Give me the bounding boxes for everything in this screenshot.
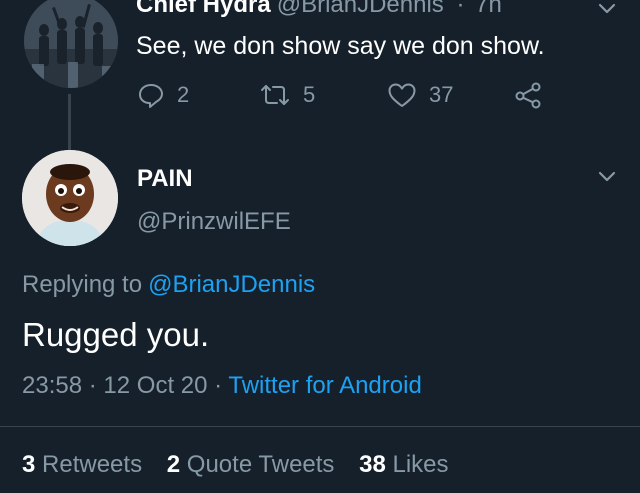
parent-avatar[interactable] bbox=[24, 0, 118, 88]
tweet-timestamp: 23:58 · 12 Oct 20 · Twitter for Android bbox=[22, 371, 422, 401]
retweets-stat-count: 3 bbox=[22, 451, 36, 478]
likes-stat-label: Likes bbox=[392, 451, 449, 478]
share-icon bbox=[515, 82, 541, 109]
tweet-detail-view: Chief Hydra @BrianJDennis · 7h See, we do… bbox=[0, 0, 640, 493]
tweet-date: 12 Oct 20 bbox=[103, 372, 208, 399]
like-action[interactable]: 37 bbox=[387, 80, 453, 110]
chevron-down-icon[interactable] bbox=[596, 0, 618, 20]
main-tweet-text: Rugged you. bbox=[22, 316, 210, 353]
quote-tweets-stat-label: Quote Tweets bbox=[186, 451, 335, 478]
parent-display-name[interactable]: Chief Hydra bbox=[136, 0, 271, 18]
tweet-stats: 3 Retweets 2 Quote Tweets 38 Likes bbox=[22, 450, 467, 480]
reply-action[interactable]: 2 bbox=[137, 80, 189, 110]
replying-to-mention[interactable]: @BrianJDennis bbox=[148, 271, 315, 298]
chevron-down-icon[interactable] bbox=[596, 166, 618, 188]
retweets-stat-label: Retweets bbox=[42, 451, 143, 478]
main-avatar-image bbox=[22, 150, 118, 246]
parent-tweet-header: Chief Hydra @BrianJDennis · 7h bbox=[136, 0, 502, 19]
quote-tweets-stat-count: 2 bbox=[166, 451, 181, 478]
retweet-count: 5 bbox=[303, 82, 316, 107]
reply-count: 2 bbox=[177, 82, 190, 107]
parent-time: 7h bbox=[475, 0, 502, 18]
timestamp-separator: · bbox=[214, 372, 223, 399]
quote-tweets-stat[interactable]: 2 Quote Tweets bbox=[167, 451, 335, 478]
parent-avatar-image bbox=[24, 0, 118, 88]
thread-connector-line bbox=[68, 94, 71, 150]
likes-stat[interactable]: 38 Likes bbox=[359, 451, 448, 478]
tweet-time: 23:58 bbox=[22, 372, 83, 399]
main-display-name[interactable]: PAIN bbox=[137, 164, 193, 194]
retweet-icon bbox=[261, 85, 289, 105]
reply-icon bbox=[139, 84, 163, 108]
retweet-action[interactable]: 5 bbox=[259, 80, 315, 110]
replying-to-label: Replying to bbox=[22, 271, 143, 298]
main-handle[interactable]: @PrinzwilEFE bbox=[137, 207, 291, 237]
like-count: 37 bbox=[429, 82, 454, 107]
share-action[interactable] bbox=[514, 80, 544, 110]
parent-time-separator: · bbox=[456, 0, 465, 18]
replying-to-line: Replying to @BrianJDennis bbox=[22, 270, 315, 300]
parent-handle[interactable]: @BrianJDennis bbox=[277, 0, 444, 18]
parent-tweet-text: See, we don show say we don show. bbox=[136, 32, 545, 60]
main-avatar[interactable] bbox=[22, 150, 118, 246]
timestamp-separator: · bbox=[88, 372, 97, 399]
divider bbox=[0, 426, 640, 427]
retweets-stat[interactable]: 3 Retweets bbox=[22, 451, 142, 478]
tweet-source-link[interactable]: Twitter for Android bbox=[228, 372, 421, 399]
likes-stat-count: 38 bbox=[359, 451, 386, 478]
heart-icon bbox=[388, 83, 416, 107]
